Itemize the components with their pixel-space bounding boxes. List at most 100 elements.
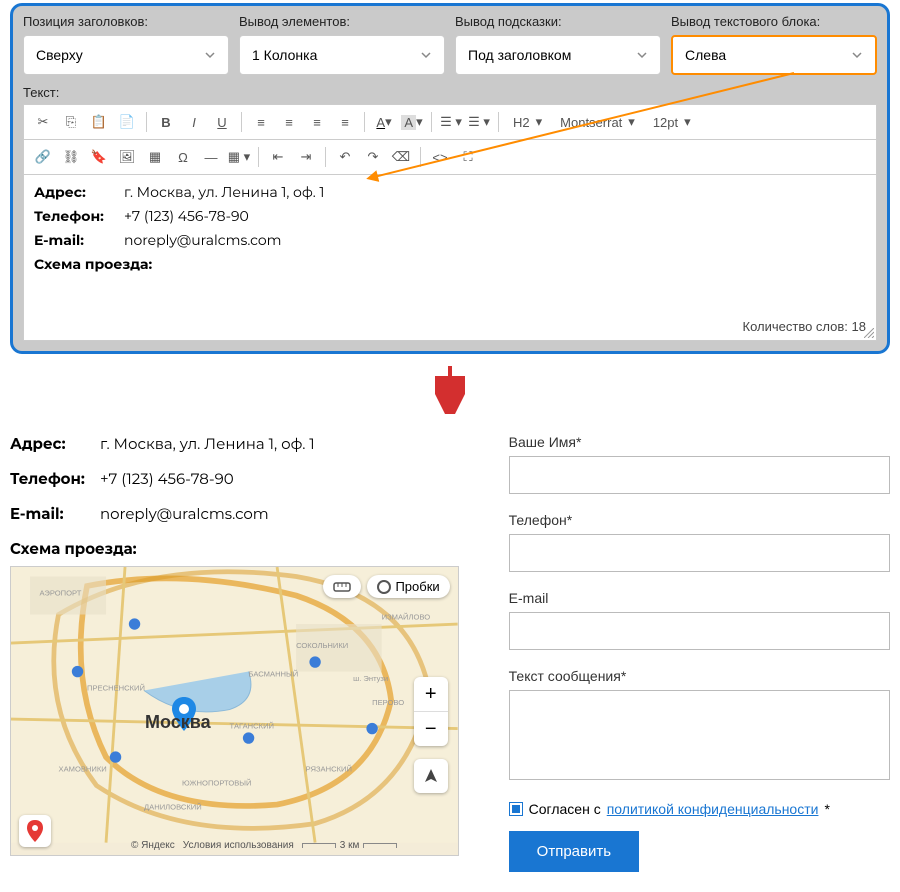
svg-text:СОКОЛЬНИКИ: СОКОЛЬНИКИ [296, 641, 348, 650]
clear-format-icon[interactable]: ⌫ [388, 144, 414, 170]
chevron-down-icon [851, 49, 863, 61]
privacy-policy-link[interactable]: политикой конфиденциальности [607, 801, 819, 817]
special-char-icon[interactable]: Ω [170, 144, 196, 170]
field-text-block-output: Вывод текстового блока: Слева [671, 14, 877, 75]
ruler-button[interactable] [323, 575, 361, 598]
email-input[interactable] [509, 612, 890, 650]
svg-text:ИЗМАЙЛОВО: ИЗМАЙЛОВО [382, 612, 431, 621]
down-arrow-icon [435, 364, 465, 414]
elements-output-value: 1 Колонка [252, 47, 317, 63]
locate-icon [423, 768, 439, 784]
font-select[interactable]: Montserrat ▾ [552, 109, 643, 135]
preview-address-label: Адрес: [10, 434, 100, 453]
consent-row: Согласен с политикой конфиденциальности* [509, 801, 890, 817]
source-code-icon[interactable]: <> [427, 144, 453, 170]
word-count-label: Количество слов: [743, 319, 848, 334]
heading-select[interactable]: H2 ▾ [505, 109, 550, 135]
zoom-out-button[interactable]: − [414, 712, 448, 746]
admin-settings-panel: Позиция заголовков: Сверху Вывод элемент… [10, 3, 890, 354]
undo-icon[interactable]: ↶ [332, 144, 358, 170]
dropdown-row: Позиция заголовков: Сверху Вывод элемент… [23, 14, 877, 75]
svg-text:ш. Энтузи: ш. Энтузи [353, 674, 388, 683]
content-schema-label: Схема проезда: [34, 255, 152, 273]
locate-button[interactable] [414, 759, 448, 793]
svg-text:АЭРОПОРТ: АЭРОПОРТ [40, 589, 82, 598]
text-block-output-select[interactable]: Слева [671, 35, 877, 75]
map-widget[interactable]: АЭРОПОРТ ПРЕСНЕНСКИЙ СОКОЛЬНИКИ БАСМАННЫ… [10, 566, 459, 856]
align-center-icon[interactable]: ≡ [276, 109, 302, 135]
paste-text-icon[interactable]: 📄 [114, 109, 140, 135]
zoom-in-button[interactable]: + [414, 677, 448, 711]
map-terms-link[interactable]: Условия использования [183, 840, 294, 851]
svg-text:ПЕРОВО: ПЕРОВО [372, 698, 404, 707]
editor-toolbar-row1: ✂ ⎘ 📋 📄 B I U ≡ ≡ ≡ ≡ A ▾ A ▾ ☰ ▾ ☰ ▾ H2… [24, 105, 876, 140]
hint-output-select[interactable]: Под заголовком [455, 35, 661, 75]
svg-text:ЮЖНОПОРТОВЫЙ: ЮЖНОПОРТОВЫЙ [182, 779, 251, 788]
media-icon[interactable]: ▦ [142, 144, 168, 170]
traffic-button[interactable]: Пробки [367, 575, 449, 598]
redo-icon[interactable]: ↷ [360, 144, 386, 170]
bookmark-icon[interactable]: 🔖 [86, 144, 112, 170]
hint-output-label: Вывод подсказки: [455, 14, 661, 29]
indent-icon[interactable]: ⇥ [293, 144, 319, 170]
font-size-select[interactable]: 12pt ▾ [645, 109, 699, 135]
chevron-down-icon [204, 49, 216, 61]
resize-handle-icon[interactable] [864, 328, 874, 338]
editor-content-area[interactable]: Адрес:г. Москва, ул. Ленина 1, оф. 1 Тел… [24, 175, 876, 315]
underline-icon[interactable]: U [209, 109, 235, 135]
map-scale: 3 км [302, 840, 398, 851]
elements-output-select[interactable]: 1 Колонка [239, 35, 445, 75]
chevron-down-icon [420, 49, 432, 61]
traffic-icon [377, 580, 391, 594]
submit-button[interactable]: Отправить [509, 831, 639, 872]
toolbar-separator [431, 112, 432, 132]
message-label: Текст сообщения* [509, 668, 890, 684]
align-justify-icon[interactable]: ≡ [332, 109, 358, 135]
link-icon[interactable]: 🔗 [30, 144, 56, 170]
paste-icon[interactable]: 📋 [86, 109, 112, 135]
consent-checkbox[interactable] [509, 802, 523, 816]
outdent-icon[interactable]: ⇤ [265, 144, 291, 170]
align-left-icon[interactable]: ≡ [248, 109, 274, 135]
cut-icon[interactable]: ✂ [30, 109, 56, 135]
italic-icon[interactable]: I [181, 109, 207, 135]
svg-text:БАСМАННЫЙ: БАСМАННЫЙ [249, 669, 299, 678]
content-email-value: noreply@uralcms.com [124, 231, 281, 249]
align-right-icon[interactable]: ≡ [304, 109, 330, 135]
toolbar-separator [420, 147, 421, 167]
text-block-output-label: Вывод текстового блока: [671, 14, 877, 29]
hr-icon[interactable]: — [198, 144, 224, 170]
contact-form: Ваше Имя* Телефон* E-mail Текст сообщени… [509, 434, 890, 872]
text-color-icon[interactable]: A ▾ [371, 109, 397, 135]
svg-text:ТАГАНСКИЙ: ТАГАНСКИЙ [230, 722, 274, 731]
fullscreen-icon[interactable]: ⛶ [455, 144, 481, 170]
marker-button[interactable] [19, 815, 51, 847]
svg-text:ДАНИЛОВСКИЙ: ДАНИЛОВСКИЙ [144, 802, 202, 811]
message-textarea[interactable] [509, 690, 890, 780]
ruler-icon [333, 581, 351, 593]
number-list-icon[interactable]: ☰ ▾ [466, 109, 492, 135]
pin-icon [26, 820, 44, 842]
preview-section: Адрес:г. Москва, ул. Ленина 1, оф. 1 Тел… [0, 434, 900, 892]
bullet-list-icon[interactable]: ☰ ▾ [438, 109, 464, 135]
text-block-output-value: Слева [685, 47, 726, 63]
copy-icon[interactable]: ⎘ [58, 109, 84, 135]
preview-left-column: Адрес:г. Москва, ул. Ленина 1, оф. 1 Тел… [10, 434, 459, 872]
chevron-down-icon [636, 49, 648, 61]
bg-color-icon[interactable]: A ▾ [399, 109, 425, 135]
phone-input[interactable] [509, 534, 890, 572]
heading-position-select[interactable]: Сверху [23, 35, 229, 75]
name-input[interactable] [509, 456, 890, 494]
map-zoom-controls: + − [414, 677, 448, 746]
preview-phone-label: Телефон: [10, 469, 100, 488]
table-icon[interactable]: ▦ ▾ [226, 144, 252, 170]
consent-required-mark: * [824, 801, 829, 817]
email-label: E-mail [509, 590, 890, 606]
image-icon[interactable]: 🖼 [114, 144, 140, 170]
bold-icon[interactable]: B [153, 109, 179, 135]
content-phone-value: +7 (123) 456-78-90 [124, 207, 249, 225]
content-email-label: E-mail: [34, 231, 124, 249]
editor-section-label: Текст: [23, 85, 877, 100]
unlink-icon[interactable]: ⛓ [58, 144, 84, 170]
rich-text-editor: ✂ ⎘ 📋 📄 B I U ≡ ≡ ≡ ≡ A ▾ A ▾ ☰ ▾ ☰ ▾ H2… [23, 104, 877, 341]
